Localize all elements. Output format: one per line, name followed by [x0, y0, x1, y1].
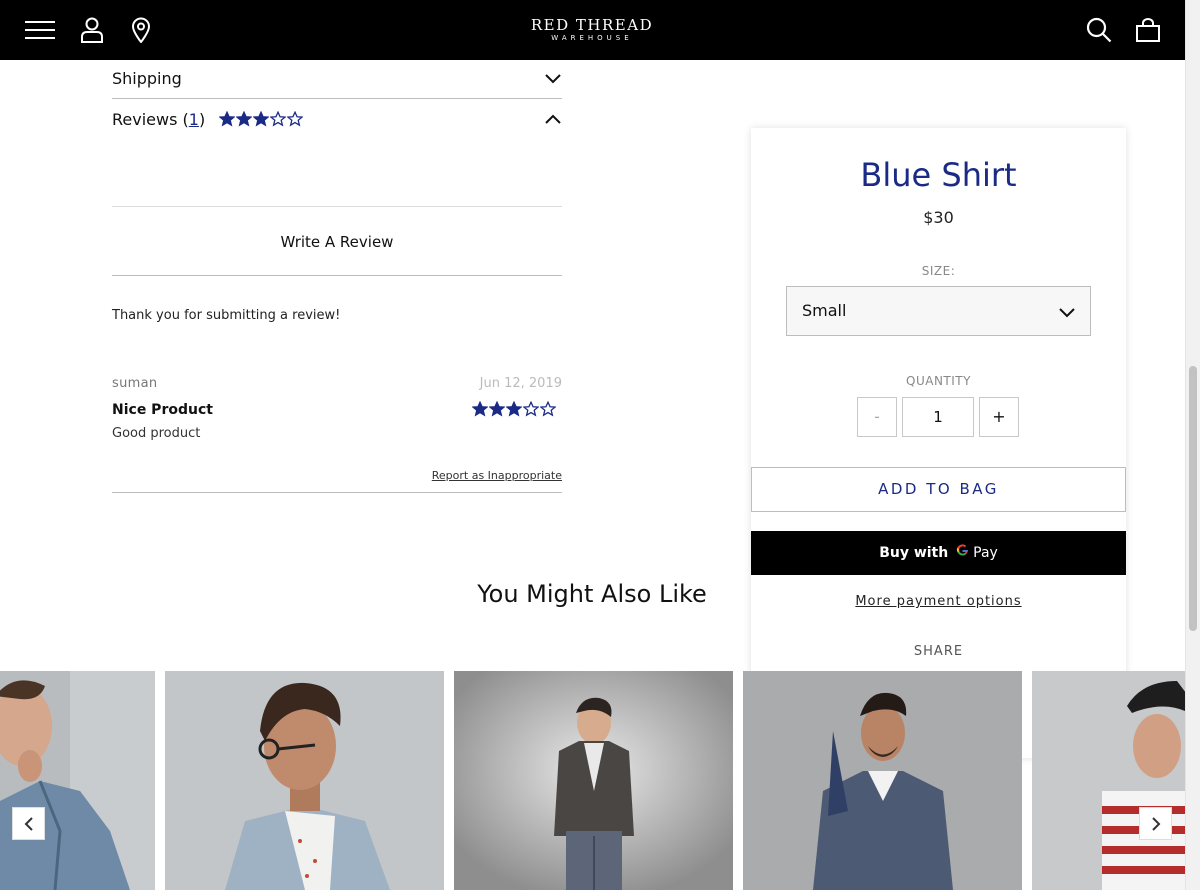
- product-tile-curly-hair-denim[interactable]: [165, 671, 444, 890]
- quantity-decrement-button[interactable]: -: [857, 397, 897, 437]
- review-body: Good product: [112, 426, 201, 441]
- gpay-buy-label: Buy with: [879, 545, 949, 561]
- menu-icon[interactable]: [22, 12, 58, 48]
- review-confirmation-message: Thank you for submitting a review!: [112, 308, 341, 323]
- size-select[interactable]: Small: [786, 286, 1091, 336]
- star-filled-icon: [236, 111, 253, 127]
- account-icon[interactable]: [74, 12, 110, 48]
- star-filled-icon: [506, 401, 522, 417]
- location-icon[interactable]: [123, 12, 159, 48]
- review-author: suman: [112, 376, 158, 391]
- average-rating-stars: [219, 111, 304, 127]
- star-filled-icon: [219, 111, 236, 127]
- shipping-label: Shipping: [112, 68, 182, 88]
- report-inappropriate-link[interactable]: Report as Inappropriate: [392, 469, 562, 482]
- chevron-down-icon: [544, 69, 562, 88]
- write-review-button[interactable]: Write A Review: [112, 226, 562, 258]
- divider: [112, 492, 562, 493]
- product-tile-striped-tee[interactable]: [1032, 671, 1185, 890]
- star-empty-icon: [270, 111, 287, 127]
- size-selected-value: Small: [802, 301, 847, 320]
- shipping-accordion-header[interactable]: Shipping: [112, 66, 562, 90]
- related-products-heading: You Might Also Like: [477, 580, 707, 608]
- product-title: Blue Shirt: [860, 156, 1017, 194]
- quantity-input[interactable]: 1: [902, 397, 974, 437]
- star-filled-icon: [472, 401, 488, 417]
- shopping-bag-icon[interactable]: [1130, 12, 1166, 48]
- more-payment-options-link[interactable]: More payment options: [751, 594, 1126, 609]
- product-purchase-card: Blue Shirt $30 SIZE: Small QUANTITY - 1 …: [751, 128, 1126, 758]
- product-tile-grey-jacket[interactable]: [454, 671, 733, 890]
- star-empty-icon: [523, 401, 539, 417]
- chevron-up-icon: [544, 110, 562, 129]
- product-price: $30: [923, 208, 954, 227]
- quantity-increment-button[interactable]: +: [979, 397, 1019, 437]
- chevron-right-icon: [1151, 816, 1160, 831]
- divider: [112, 275, 562, 276]
- share-label: SHARE: [913, 644, 964, 659]
- divider: [112, 206, 562, 207]
- brand-logo[interactable]: RED THREAD WAREHOUSE: [492, 16, 692, 43]
- reviews-label: Reviews: [112, 109, 178, 129]
- reviews-count-close: ): [198, 109, 206, 129]
- product-tile-denim-jacket[interactable]: [0, 671, 155, 890]
- divider: [112, 98, 562, 99]
- star-empty-icon: [540, 401, 556, 417]
- top-navigation-bar: RED THREAD WAREHOUSE: [0, 0, 1185, 60]
- related-products-carousel: [0, 671, 1185, 890]
- google-g-icon: [956, 531, 969, 575]
- quantity-label: QUANTITY: [906, 374, 971, 388]
- review-title: Nice Product: [112, 402, 213, 418]
- google-pay-button[interactable]: Buy with Pay: [751, 531, 1126, 575]
- gpay-pay-label: Pay: [973, 545, 998, 561]
- star-filled-icon: [489, 401, 505, 417]
- carousel-prev-button[interactable]: [12, 807, 45, 840]
- chevron-down-icon: [1058, 303, 1076, 322]
- logo-main-text: RED THREAD: [530, 16, 654, 34]
- reviews-count[interactable]: 1: [189, 110, 199, 129]
- logo-sub-text: WAREHOUSE: [551, 34, 633, 42]
- page-scrollbar[interactable]: [1185, 0, 1200, 890]
- search-icon[interactable]: [1081, 12, 1117, 48]
- reviews-title: Reviews (1): [112, 110, 304, 129]
- product-tile-blue-sweater[interactable]: [743, 671, 1022, 890]
- star-filled-icon: [253, 111, 270, 127]
- size-label: SIZE:: [921, 264, 956, 278]
- scrollbar-thumb[interactable]: [1189, 366, 1197, 631]
- star-empty-icon: [287, 111, 304, 127]
- add-to-bag-button[interactable]: ADD TO BAG: [751, 467, 1126, 512]
- review-date: Jun 12, 2019: [479, 376, 562, 391]
- chevron-left-icon: [24, 816, 33, 831]
- reviews-accordion-header[interactable]: Reviews (1): [112, 107, 562, 131]
- review-rating-stars: [472, 401, 557, 417]
- carousel-next-button[interactable]: [1139, 807, 1172, 840]
